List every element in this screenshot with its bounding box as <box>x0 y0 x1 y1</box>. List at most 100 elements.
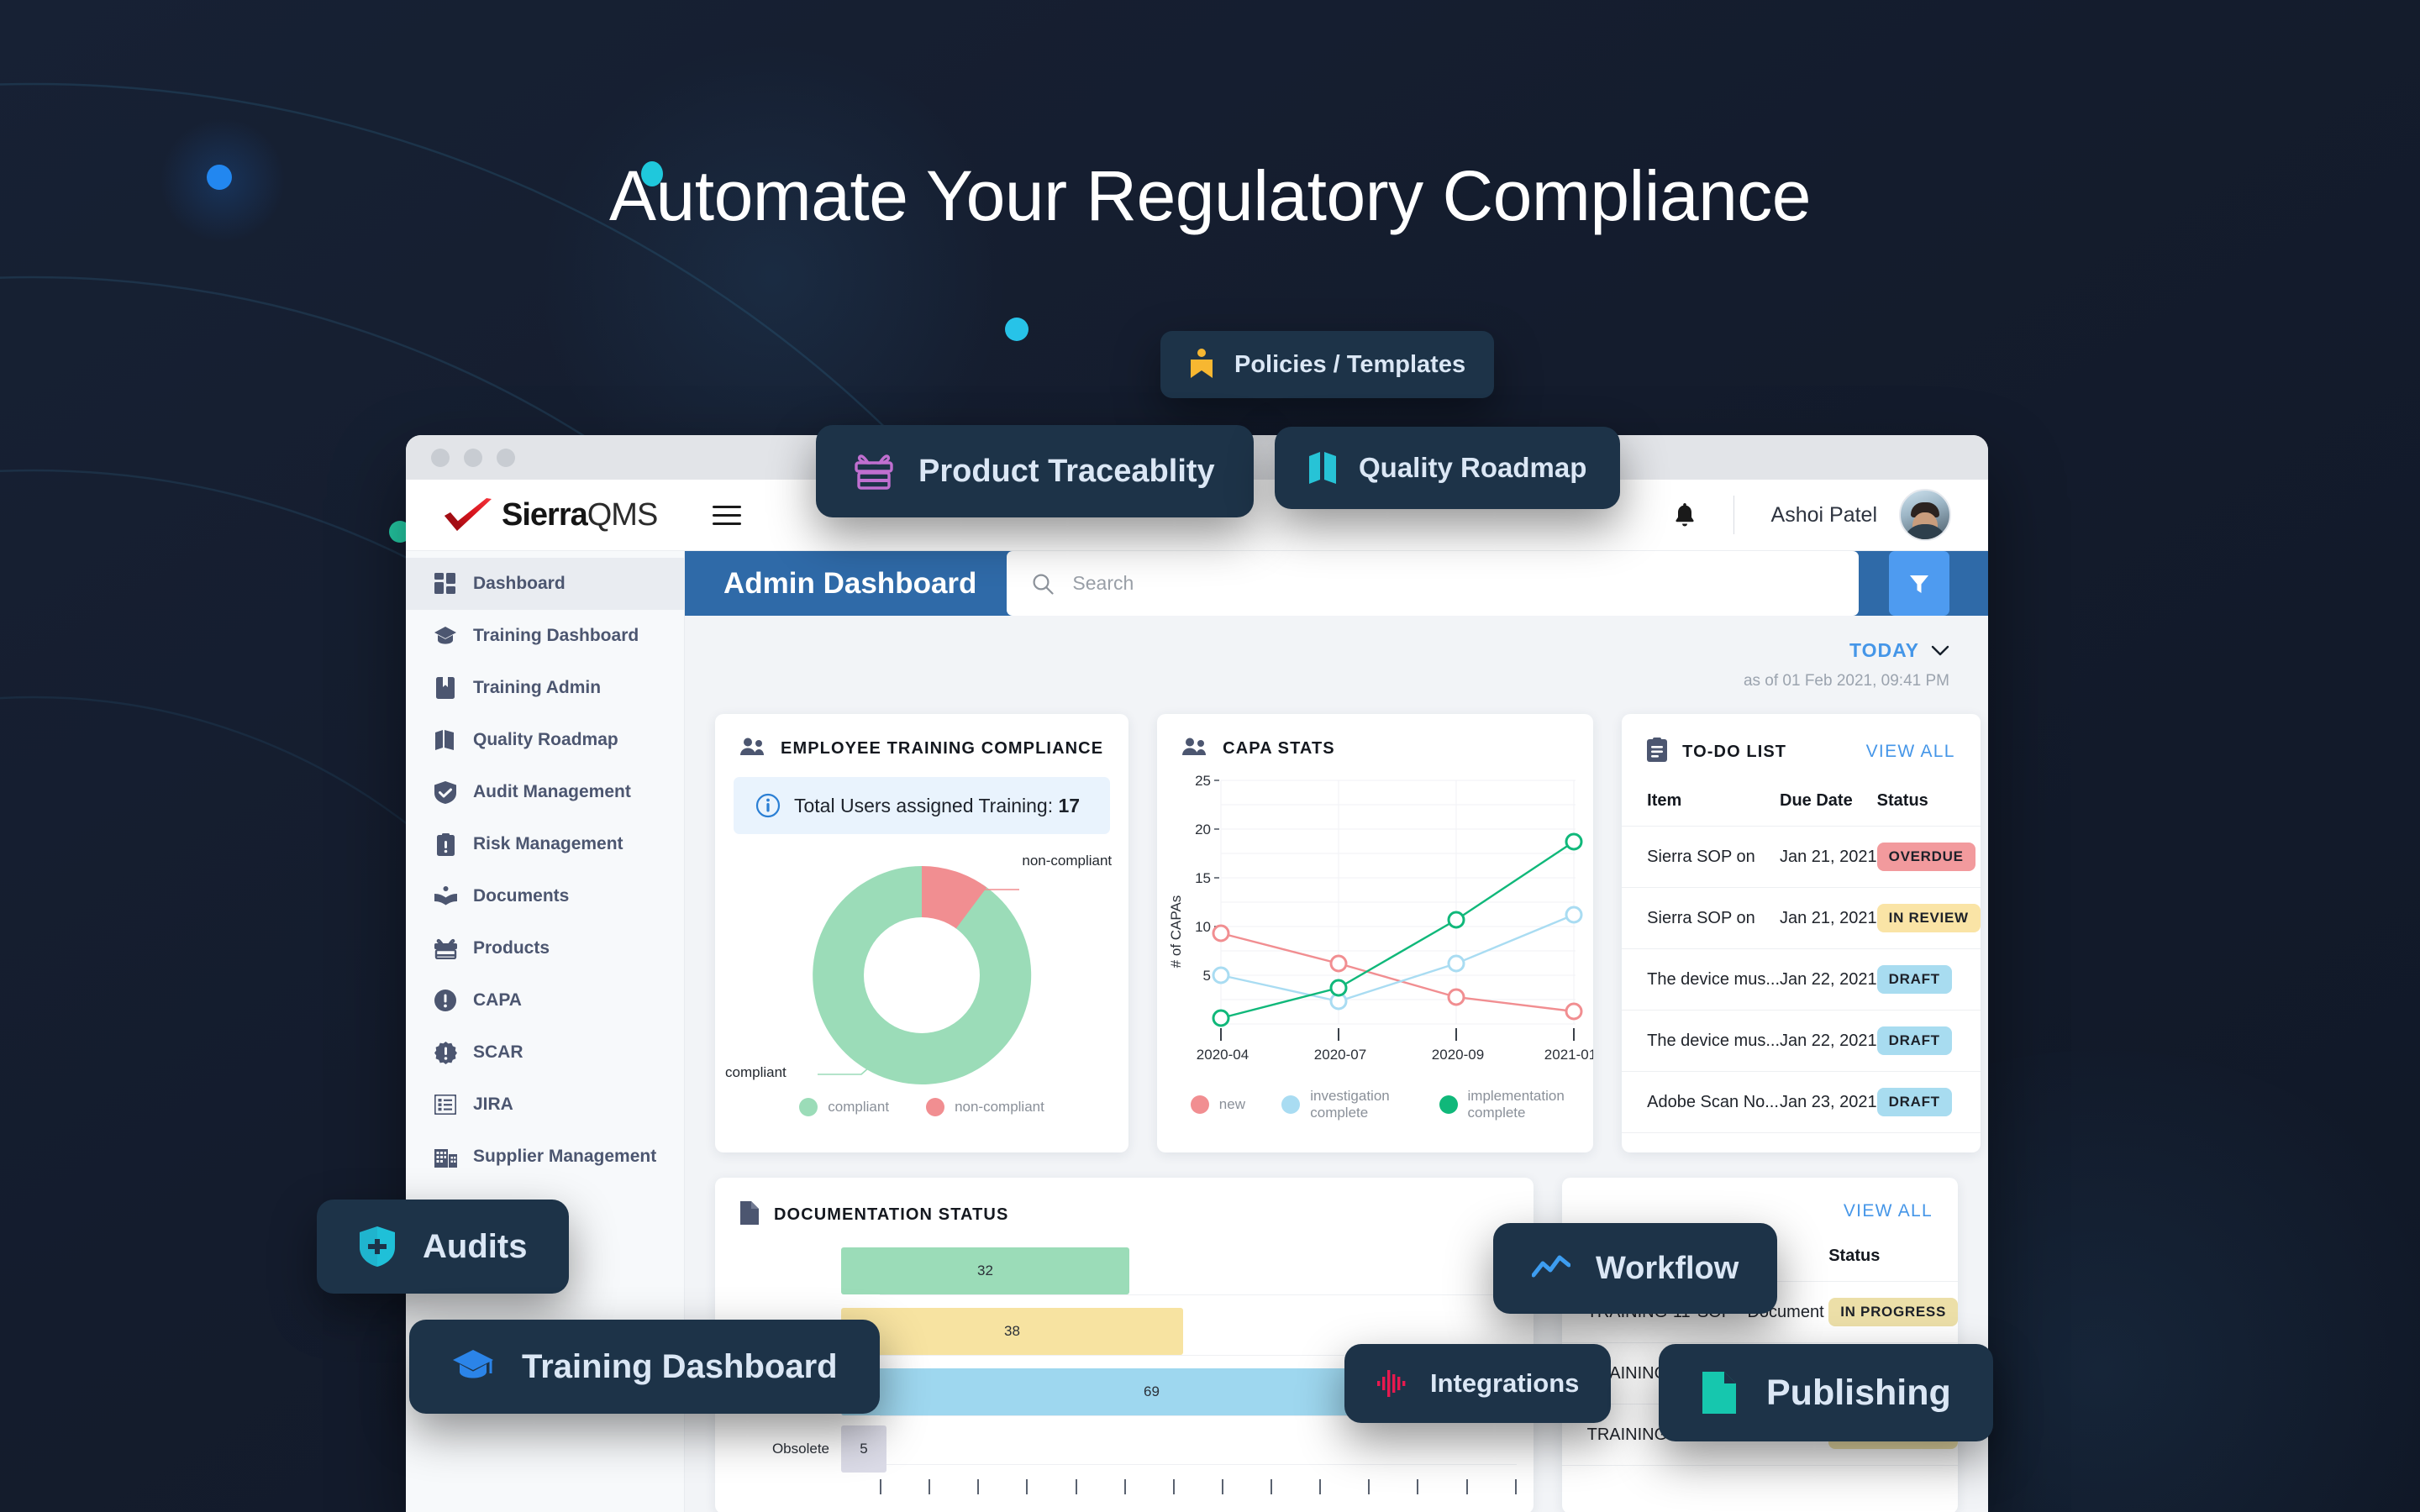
bar-in-review[interactable]: 38 <box>841 1308 1183 1355</box>
pill-label: Product Traceablity <box>918 453 1215 489</box>
filter-button[interactable] <box>1889 551 1949 616</box>
search-input[interactable] <box>1072 572 1833 595</box>
pill-label: Audits <box>423 1227 528 1265</box>
legend-swatch-investigation <box>1281 1095 1301 1114</box>
status-badge: IN PROGRESS <box>1828 1298 1958 1326</box>
map-icon <box>1308 450 1337 486</box>
capa-legend: new investigation complete implementatio… <box>1157 1088 1593 1121</box>
view-all-link[interactable]: VIEW ALL <box>1866 742 1955 762</box>
capa-y-axis-title: # of CAPAs <box>1168 895 1184 969</box>
user-name[interactable]: Ashoi Patel <box>1771 503 1877 528</box>
floating-pill-integrations[interactable]: Integrations <box>1344 1344 1612 1423</box>
search-icon <box>1033 574 1055 595</box>
bell-icon[interactable] <box>1673 501 1697 528</box>
card-title: CAPA STATS <box>1223 739 1335 758</box>
window-maximize-dot[interactable] <box>497 448 515 467</box>
app-logo[interactable]: SierraQMS <box>443 496 659 533</box>
floating-pill-policies-templates[interactable]: Policies / Templates <box>1160 331 1495 398</box>
pill-label: Publishing <box>1766 1372 1951 1413</box>
legend-item[interactable]: investigation complete <box>1281 1088 1402 1121</box>
table-row[interactable]: Adobe Scan No... Jan 23, 2021 DRAFT <box>1622 1071 1981 1133</box>
sidebar-item-label: JIRA <box>473 1095 513 1114</box>
search-box[interactable] <box>1007 551 1859 616</box>
capa-ytick-15: 15 <box>1195 870 1211 886</box>
donut-chart-svg <box>813 866 1032 1084</box>
to-do-list-card: TO-DO LIST VIEW ALL Item Due Date Status… <box>1622 714 1981 1152</box>
capa-ytick-20: 20 <box>1195 822 1211 837</box>
cell-due-date: Jan 22, 2021 <box>1780 948 1877 1011</box>
floating-pill-quality-roadmap[interactable]: Quality Roadmap <box>1275 427 1621 509</box>
sidebar-item-label: Supplier Management <box>473 1147 657 1166</box>
table-row[interactable]: Sierra SOP on Jan 21, 2021 OVERDUE <box>1622 826 1981 888</box>
floating-pill-publishing[interactable]: Publishing <box>1659 1344 1993 1441</box>
bar-value: 5 <box>860 1441 868 1457</box>
cell-status: DRAFT <box>1876 1071 1981 1133</box>
logo-text-bold: Sierra <box>502 496 588 533</box>
column-header-item: Item <box>1622 780 1780 827</box>
sidebar-item-supplier-management[interactable]: Supplier Management <box>406 1131 684 1183</box>
sidebar-item-dashboard[interactable]: Dashboard <box>406 558 684 610</box>
table-row[interactable]: The device mus... Jan 22, 2021 DRAFT <box>1622 948 1981 1011</box>
people-icon <box>740 738 765 760</box>
sidebar-item-label: Training Dashboard <box>473 626 639 645</box>
sidebar-item-capa[interactable]: CAPA <box>406 974 684 1026</box>
hamburger-icon[interactable] <box>713 505 742 525</box>
bar-effective[interactable]: 32 <box>841 1247 1129 1294</box>
sidebar-item-label: Documents <box>473 886 570 906</box>
x-axis-ticks <box>880 1479 1517 1494</box>
people-icon <box>1182 738 1207 760</box>
window-minimize-dot[interactable] <box>464 448 482 467</box>
floating-pill-workflow[interactable]: Workflow <box>1493 1223 1778 1314</box>
sidebar-item-documents[interactable]: Documents <box>406 870 684 922</box>
sidebar-item-products[interactable]: Products <box>406 922 684 974</box>
sidebar-item-label: Quality Roadmap <box>473 730 618 749</box>
view-all-link[interactable]: VIEW ALL <box>1844 1201 1933 1221</box>
table-row[interactable]: The device mus... Jan 22, 2021 DRAFT <box>1622 1010 1981 1072</box>
capa-ytick-5: 5 <box>1203 968 1211 984</box>
table-row[interactable]: Sierra SOP on Jan 21, 2021 IN REVIEW <box>1622 887 1981 949</box>
sidebar-item-label: Training Admin <box>473 678 602 697</box>
cell-item: Sierra SOP on <box>1622 887 1780 949</box>
bar-row: Obsolete 5 <box>715 1425 886 1473</box>
chevron-down-icon[interactable] <box>1931 645 1949 657</box>
capa-xtick-3: 2021-01 <box>1544 1047 1593 1063</box>
cell-item: The device mus... <box>1622 948 1780 1011</box>
column-header-due-date: Due Date <box>1780 780 1877 827</box>
capa-line-chart-svg: # of CAPAs 25 20 15 10 5 2020-04 2020-07… <box>1168 773 1597 1063</box>
avatar[interactable] <box>1899 489 1951 541</box>
bookmark-icon <box>433 675 458 701</box>
sidebar-item-quality-roadmap[interactable]: Quality Roadmap <box>406 714 684 766</box>
bar-value: 38 <box>1004 1323 1020 1339</box>
cell-item: The device mus... <box>1622 1010 1780 1072</box>
grid-icon <box>433 571 458 596</box>
floating-pill-product-traceability[interactable]: Product Traceablity <box>816 425 1254 517</box>
legend-label: investigation complete <box>1310 1088 1390 1121</box>
cell-due-date: Jan 22, 2021 <box>1780 1010 1877 1072</box>
today-dropdown-label[interactable]: TODAY <box>1849 639 1919 662</box>
legend-item[interactable]: implementation complete <box>1439 1088 1565 1121</box>
legend-item[interactable]: new <box>1190 1088 1245 1121</box>
sidebar-item-audit-management[interactable]: Audit Management <box>406 766 684 818</box>
workflow-icon <box>1532 1255 1570 1282</box>
sidebar-item-scar[interactable]: SCAR <box>406 1026 684 1079</box>
sidebar-item-training-admin[interactable]: Training Admin <box>406 662 684 714</box>
donut-callout-compliant: compliant <box>725 1064 786 1080</box>
time-filter-bar: TODAY as of 01 Feb 2021, 09:41 PM <box>685 616 1988 690</box>
legend-label: implementation complete <box>1467 1088 1565 1121</box>
floating-pill-audits[interactable]: Audits <box>317 1200 570 1294</box>
legend-label: new <box>1218 1095 1245 1112</box>
info-banner-text: Total Users assigned Training: 17 <box>794 795 1080 817</box>
sidebar-item-label: Products <box>473 938 550 958</box>
capa-ytick-25: 25 <box>1195 773 1211 789</box>
sidebar-item-jira[interactable]: JIRA <box>406 1079 684 1131</box>
bar-obsolete[interactable]: 5 <box>841 1425 886 1473</box>
window-close-dot[interactable] <box>431 448 450 467</box>
logo-text-light: QMS <box>587 496 659 533</box>
floating-pill-training-dashboard[interactable]: Training Dashboard <box>409 1320 880 1414</box>
sidebar-item-risk-management[interactable]: Risk Management <box>406 818 684 870</box>
table-header-row: Item Due Date Status <box>1622 780 1981 827</box>
status-badge: DRAFT <box>1876 1088 1952 1116</box>
gift-icon <box>855 453 893 490</box>
info-banner-value: 17 <box>1058 794 1081 816</box>
sidebar-item-training-dashboard[interactable]: Training Dashboard <box>406 610 684 662</box>
